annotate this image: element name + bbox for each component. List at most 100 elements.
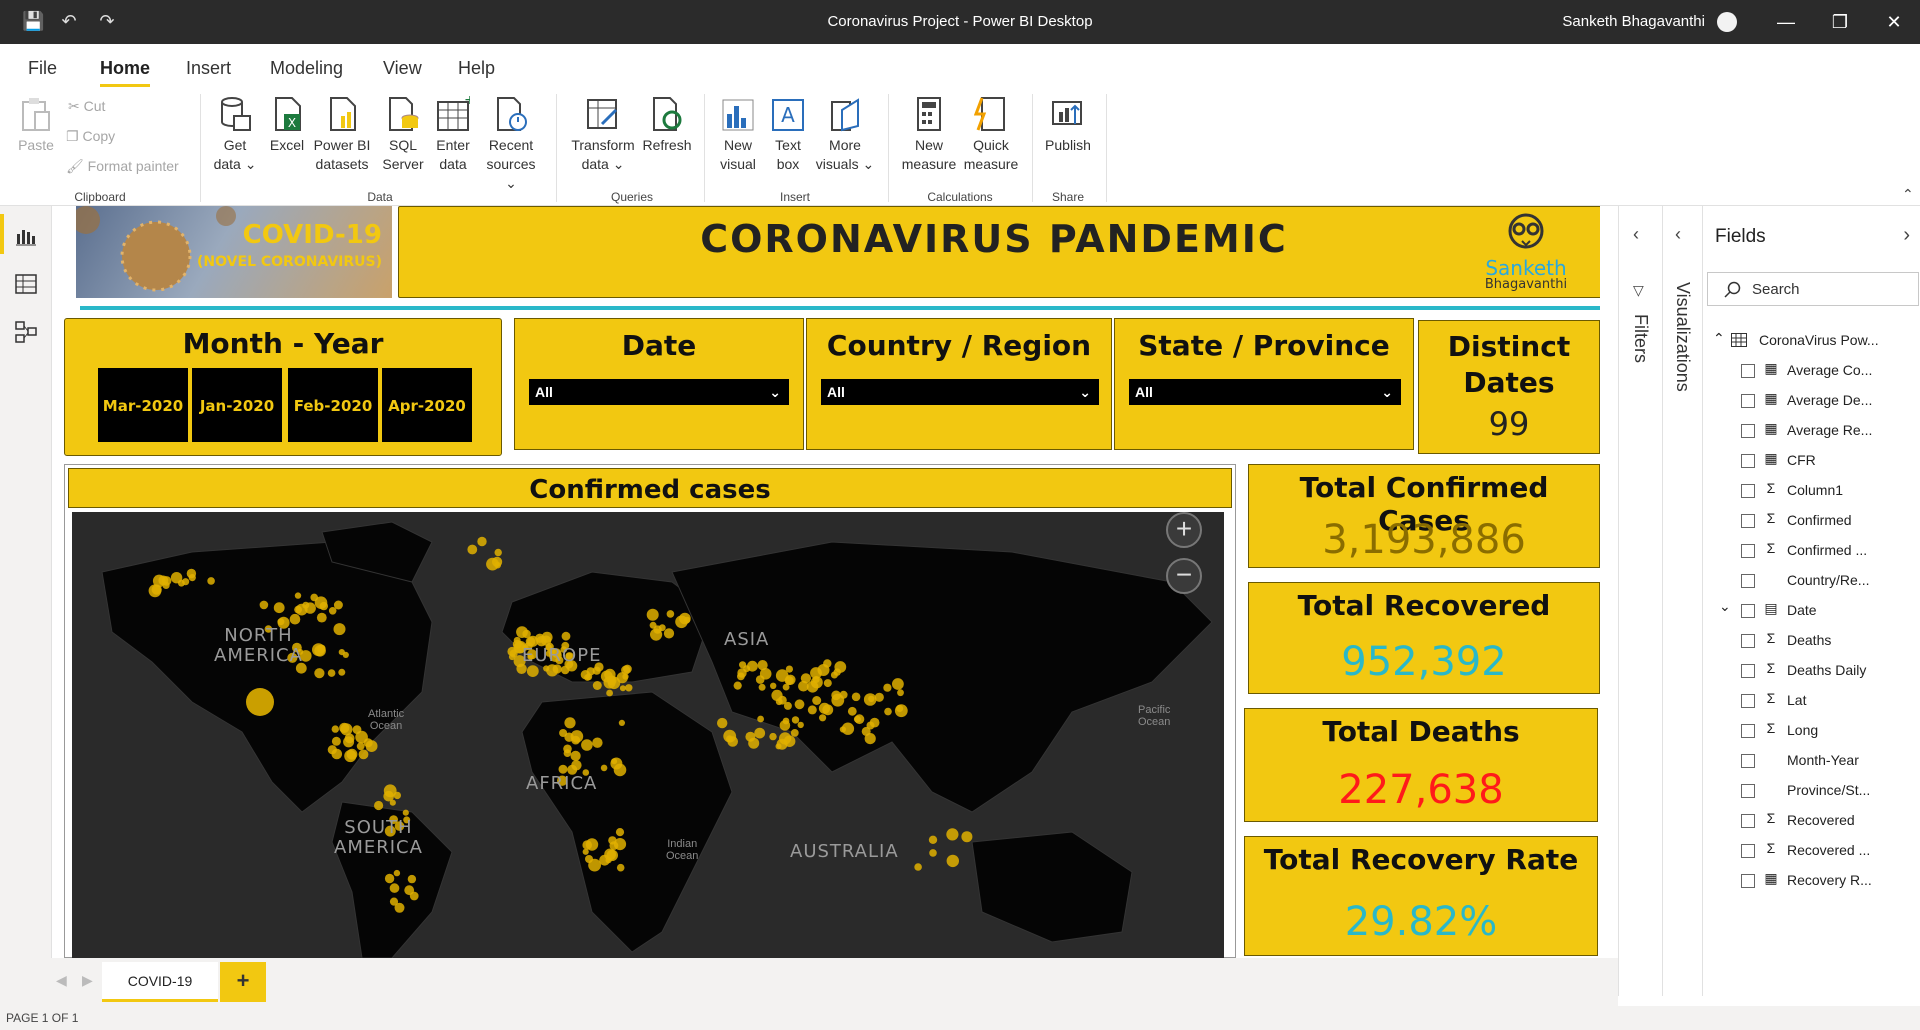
case-bubble[interactable] <box>592 737 603 748</box>
case-bubble[interactable] <box>851 692 861 702</box>
field-checkbox[interactable] <box>1741 424 1755 438</box>
menu-home[interactable]: Home <box>100 58 150 79</box>
case-bubble[interactable] <box>188 574 196 582</box>
case-bubble[interactable] <box>797 721 804 729</box>
field-row[interactable]: Month-Year <box>1703 746 1920 776</box>
transform-data-button[interactable]: Transform data ⌄ <box>568 96 638 174</box>
case-bubble[interactable] <box>739 661 747 669</box>
chevron-up-icon[interactable]: ⌃ <box>1713 330 1725 347</box>
case-bubble[interactable] <box>608 836 617 845</box>
case-bubble[interactable] <box>622 673 629 680</box>
case-bubble[interactable] <box>894 704 908 718</box>
case-bubble[interactable] <box>770 682 777 689</box>
case-bubble[interactable] <box>782 717 790 725</box>
case-bubble[interactable] <box>338 668 346 676</box>
menu-file[interactable]: File <box>28 58 57 79</box>
case-bubble[interactable] <box>757 660 768 671</box>
case-bubble[interactable] <box>358 749 369 760</box>
sql-server-button[interactable]: SQL Server <box>380 96 426 174</box>
case-bubble[interactable] <box>393 869 401 877</box>
case-bubble[interactable] <box>823 679 832 688</box>
case-bubble[interactable] <box>314 596 328 609</box>
case-bubble[interactable] <box>365 740 378 752</box>
case-bubble[interactable] <box>327 669 336 677</box>
text-box-button[interactable]: A Text box <box>766 96 810 174</box>
case-bubble[interactable] <box>615 828 625 837</box>
page-tab-covid-19[interactable]: COVID-19 <box>102 962 218 1002</box>
case-bubble[interactable] <box>492 556 503 567</box>
case-bubble[interactable] <box>563 749 572 757</box>
field-checkbox[interactable] <box>1741 544 1755 558</box>
case-bubble[interactable] <box>331 725 339 733</box>
excel-button[interactable]: X Excel <box>266 96 308 155</box>
case-bubble[interactable] <box>273 602 285 614</box>
case-bubble[interactable] <box>314 668 325 679</box>
field-checkbox[interactable] <box>1741 814 1755 828</box>
refresh-button[interactable]: Refresh <box>640 96 694 155</box>
fields-search-input[interactable]: Search <box>1707 272 1919 306</box>
add-page-button[interactable]: + <box>220 962 266 1002</box>
field-row[interactable]: ▦ Average Re... <box>1703 416 1920 446</box>
case-bubble[interactable] <box>333 623 346 636</box>
field-row[interactable]: ▦ Recovery R... <box>1703 866 1920 896</box>
chevron-right-icon[interactable]: › <box>1903 224 1910 247</box>
case-bubble[interactable] <box>604 848 616 861</box>
case-bubble[interactable] <box>158 575 169 586</box>
case-bubble[interactable] <box>383 790 395 802</box>
user-name[interactable]: Sanketh Bhagavanthi <box>1562 13 1705 30</box>
case-bubble[interactable] <box>585 838 599 851</box>
field-checkbox[interactable] <box>1741 394 1755 408</box>
field-row[interactable]: Σ Lat <box>1703 686 1920 716</box>
case-bubble[interactable] <box>928 835 938 844</box>
case-bubble[interactable] <box>294 605 302 614</box>
case-bubble[interactable] <box>782 683 790 691</box>
case-bubble[interactable] <box>344 749 357 763</box>
case-bubble[interactable] <box>374 800 384 811</box>
country-dropdown[interactable]: All ⌄ <box>821 379 1099 405</box>
copy-button[interactable]: ❐ Copy <box>66 128 115 145</box>
case-bubble[interactable] <box>864 733 876 745</box>
enter-data-button[interactable]: + Enter data <box>430 96 476 174</box>
case-bubble[interactable] <box>393 791 401 800</box>
minimize-icon[interactable]: — <box>1774 10 1798 34</box>
case-bubble[interactable] <box>946 828 959 841</box>
field-row[interactable]: Σ Long <box>1703 716 1920 746</box>
case-bubble[interactable] <box>775 743 782 750</box>
case-bubble[interactable] <box>516 626 528 638</box>
get-data-button[interactable]: Get data ⌄ <box>208 96 262 174</box>
case-bubble-large[interactable] <box>246 688 274 716</box>
case-bubble[interactable] <box>389 883 400 893</box>
chevron-down-icon[interactable]: ⌄ <box>1719 598 1731 615</box>
field-checkbox[interactable] <box>1741 514 1755 528</box>
case-bubble[interactable] <box>897 689 904 697</box>
case-bubble[interactable] <box>625 684 633 692</box>
case-bubble[interactable] <box>747 660 758 672</box>
case-bubble[interactable] <box>727 736 738 747</box>
cut-button[interactable]: ✂ Cut <box>68 98 105 115</box>
case-bubble[interactable] <box>331 736 341 746</box>
case-bubble[interactable] <box>717 717 728 729</box>
case-bubble[interactable] <box>623 664 632 674</box>
case-bubble[interactable] <box>619 685 626 692</box>
field-row[interactable]: Country/Re... <box>1703 566 1920 596</box>
case-bubble[interactable] <box>853 715 861 723</box>
case-bubble[interactable] <box>467 544 478 555</box>
case-bubble[interactable] <box>807 705 817 715</box>
case-bubble[interactable] <box>819 714 827 722</box>
field-row[interactable]: Province/St... <box>1703 776 1920 806</box>
case-bubble[interactable] <box>606 675 617 686</box>
case-bubble[interactable] <box>543 665 550 672</box>
case-bubble[interactable] <box>961 831 973 843</box>
field-checkbox[interactable] <box>1741 454 1755 468</box>
menu-help[interactable]: Help <box>458 58 495 79</box>
case-bubble[interactable] <box>737 668 747 678</box>
case-bubble[interactable] <box>512 639 522 649</box>
case-bubble[interactable] <box>600 764 608 772</box>
field-checkbox[interactable] <box>1741 634 1755 648</box>
restore-icon[interactable]: ❐ <box>1828 10 1852 34</box>
menu-insert[interactable]: Insert <box>186 58 231 79</box>
case-bubble[interactable] <box>564 732 574 742</box>
case-bubble[interactable] <box>338 649 345 656</box>
field-row[interactable]: Σ Confirmed ... <box>1703 536 1920 566</box>
case-bubble[interactable] <box>611 758 618 765</box>
